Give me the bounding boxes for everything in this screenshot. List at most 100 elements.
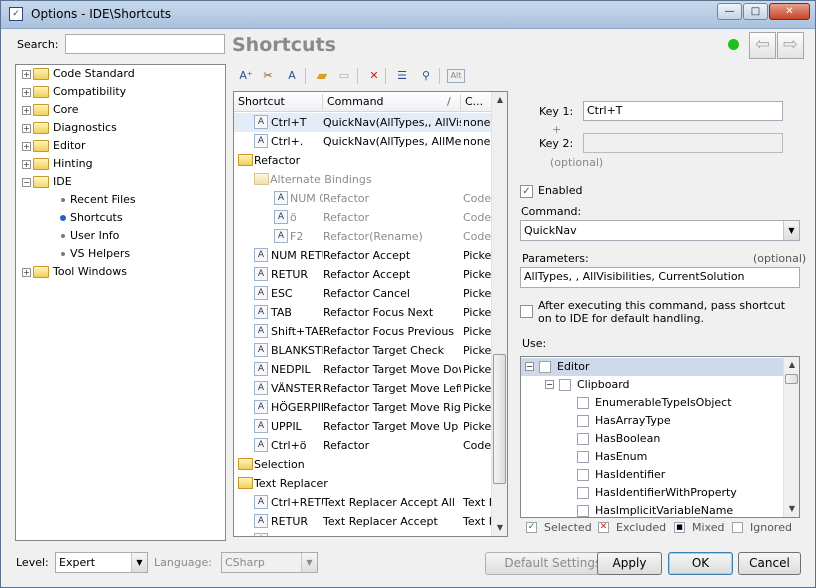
command-combo[interactable]: QuickNav ▼ [520,220,800,241]
table-row[interactable]: ATABText Replacer Focus NextText F [234,531,492,536]
table-row[interactable]: A Ctrl+. QuickNav(AllTypes, AllMem none [234,132,492,151]
use-checkbox[interactable] [577,487,589,499]
expand-icon[interactable]: + [22,70,31,79]
expand-icon[interactable]: + [22,142,31,151]
chevron-down-icon[interactable]: ▼ [131,553,147,572]
use-checkbox[interactable] [539,361,551,373]
alt-icon[interactable]: Alt [447,69,465,83]
grid-folder-row[interactable]: Selection [234,455,492,474]
table-row[interactable]: AVÄNSTERPILRefactor Target Move LeftPick… [234,379,492,398]
forward-button[interactable]: ⇨ [777,32,804,59]
enabled-checkbox[interactable]: ✓ [520,185,533,198]
table-row[interactable]: A TAB Refactor Focus Next Picke [234,303,492,322]
key2-field[interactable] [583,133,783,153]
scroll-down-arrow[interactable]: ▼ [493,521,507,535]
level-combo[interactable]: Expert ▼ [55,552,148,573]
table-row[interactable]: A NUM 0 Refactor Code [234,189,492,208]
use-scrollbar[interactable]: ▲ ▼ [783,357,799,517]
minimize-button[interactable]: — [717,3,742,20]
use-scroll-thumb[interactable] [785,374,798,384]
use-scroll-down-arrow[interactable]: ▼ [785,502,799,516]
use-scroll-up-arrow[interactable]: ▲ [785,358,799,372]
table-row[interactable]: ABLANKSTEGRefactor Target Check Picke [234,341,492,360]
expand-icon[interactable]: + [22,268,31,277]
use-item[interactable]: HasIdentifier [521,466,783,484]
pass-shortcut-label[interactable]: After executing this command, pass short… [538,299,788,325]
maximize-button[interactable]: □ [743,3,768,20]
header-shortcut[interactable]: Shortcut [238,95,285,108]
expand-icon[interactable]: + [22,124,31,133]
use-item[interactable]: − Clipboard [521,376,783,394]
grid-scrollbar[interactable]: ▲ ▼ [491,92,507,536]
scroll-up-arrow[interactable]: ▲ [493,93,507,107]
grid-folder-row[interactable]: Refactor [234,151,492,170]
delete-icon[interactable]: ✕ [365,67,383,85]
add-folder-icon[interactable]: ▰ [313,67,331,85]
table-row[interactable]: A RETUR Refactor Accept Picke [234,265,492,284]
use-tree[interactable]: − Editor − Clipboard EnumerableTypeIsObject H… [520,356,800,518]
table-row[interactable]: A Ctrl+ö Refactor Code [234,436,492,455]
expand-icon[interactable]: + [22,88,31,97]
grid-folder-row[interactable]: Alternate Bindings [234,170,492,189]
title-bar[interactable]: ✓ Options - IDE\Shortcuts — □ ✕ [1,1,815,29]
chevron-down-icon[interactable]: ▼ [301,553,317,572]
table-row[interactable]: A ESC Refactor Cancel Picke [234,284,492,303]
apply-button[interactable]: Apply [597,552,662,575]
ok-button[interactable]: OK [668,552,733,575]
table-row[interactable]: ACtrl+RETURText Replacer Accept All Text … [234,493,492,512]
key1-field[interactable]: Ctrl+T [583,101,783,121]
use-checkbox[interactable] [577,505,589,517]
collapse-icon[interactable]: − [22,178,31,187]
chevron-down-icon[interactable]: ▼ [783,221,799,240]
shortcuts-grid[interactable]: Shortcut Command / C... A Ctrl+T QuickNav(… [233,91,508,537]
cancel-button[interactable]: Cancel [738,552,801,575]
use-checkbox[interactable] [577,397,589,409]
expand-icon[interactable]: + [22,160,31,169]
table-row[interactable]: ARETUR Text Replacer Accept Text F [234,512,492,531]
use-item[interactable]: HasBoolean [521,430,783,448]
header-command[interactable]: Command [327,95,384,108]
table-row[interactable]: ANUM RETURRefactor Accept Picke [234,246,492,265]
use-checkbox[interactable] [577,433,589,445]
collapse-icon[interactable]: − [545,380,554,389]
use-item[interactable]: HasArrayType [521,412,783,430]
expand-icon[interactable]: + [22,106,31,115]
header-code[interactable]: C... [465,95,483,108]
add-shortcut-icon[interactable]: A⁺ [237,67,255,85]
copy-icon[interactable]: ▭ [335,67,353,85]
parameters-field[interactable]: AllTypes, , AllVisibilities, CurrentSolu… [520,267,800,288]
use-checkbox[interactable] [577,415,589,427]
use-item[interactable]: HasIdentifierWithProperty [521,484,783,502]
search-input[interactable] [65,34,225,54]
command-cell: Text Replacer Focus Next [323,531,461,536]
table-row[interactable]: A Shift+TAB Refactor Focus Previous Picke [234,322,492,341]
table-row[interactable]: A NEDPIL Refactor Target Move Down Picke [234,360,492,379]
use-item[interactable]: − Editor [521,358,783,376]
language-combo[interactable]: CSharp ▼ [221,552,318,573]
scroll-thumb[interactable] [493,354,506,484]
use-checkbox[interactable] [577,469,589,481]
table-row[interactable]: A F2 Refactor(Rename) Code [234,227,492,246]
use-item[interactable]: EnumerableTypeIsObject [521,394,783,412]
shortcut-cell: Ctrl+ö [271,439,307,452]
table-row[interactable]: A Ctrl+T QuickNav(AllTypes,, AllVisi none [234,113,492,132]
close-button[interactable]: ✕ [769,3,810,20]
rename-icon[interactable]: A [283,67,301,85]
use-item[interactable]: HasEnum [521,448,783,466]
enabled-label[interactable]: Enabled [538,184,582,197]
table-row[interactable]: A UPPIL Refactor Target Move Up Picke [234,417,492,436]
use-item[interactable]: HasImplicitVariableName [521,502,783,517]
back-button[interactable]: ⇦ [749,32,776,59]
grid-folder-row[interactable]: Text Replacer [234,474,492,493]
use-checkbox[interactable] [559,379,571,391]
pass-shortcut-checkbox[interactable] [520,305,533,318]
table-row[interactable]: A HÖGERPIL Refactor Target Move Right Picke [234,398,492,417]
collapse-icon[interactable]: − [525,362,534,371]
folder-icon [238,477,253,489]
add-scope-icon[interactable]: ✂ [259,67,277,85]
options-tree[interactable]: + Code Standard + Compatibility + Core + Diagno… [15,64,226,541]
use-checkbox[interactable] [577,451,589,463]
list-view-icon[interactable]: ☰ [393,67,411,85]
table-row[interactable]: Aö Refactor Code [234,208,492,227]
find-icon[interactable]: ⚲ [417,67,435,85]
